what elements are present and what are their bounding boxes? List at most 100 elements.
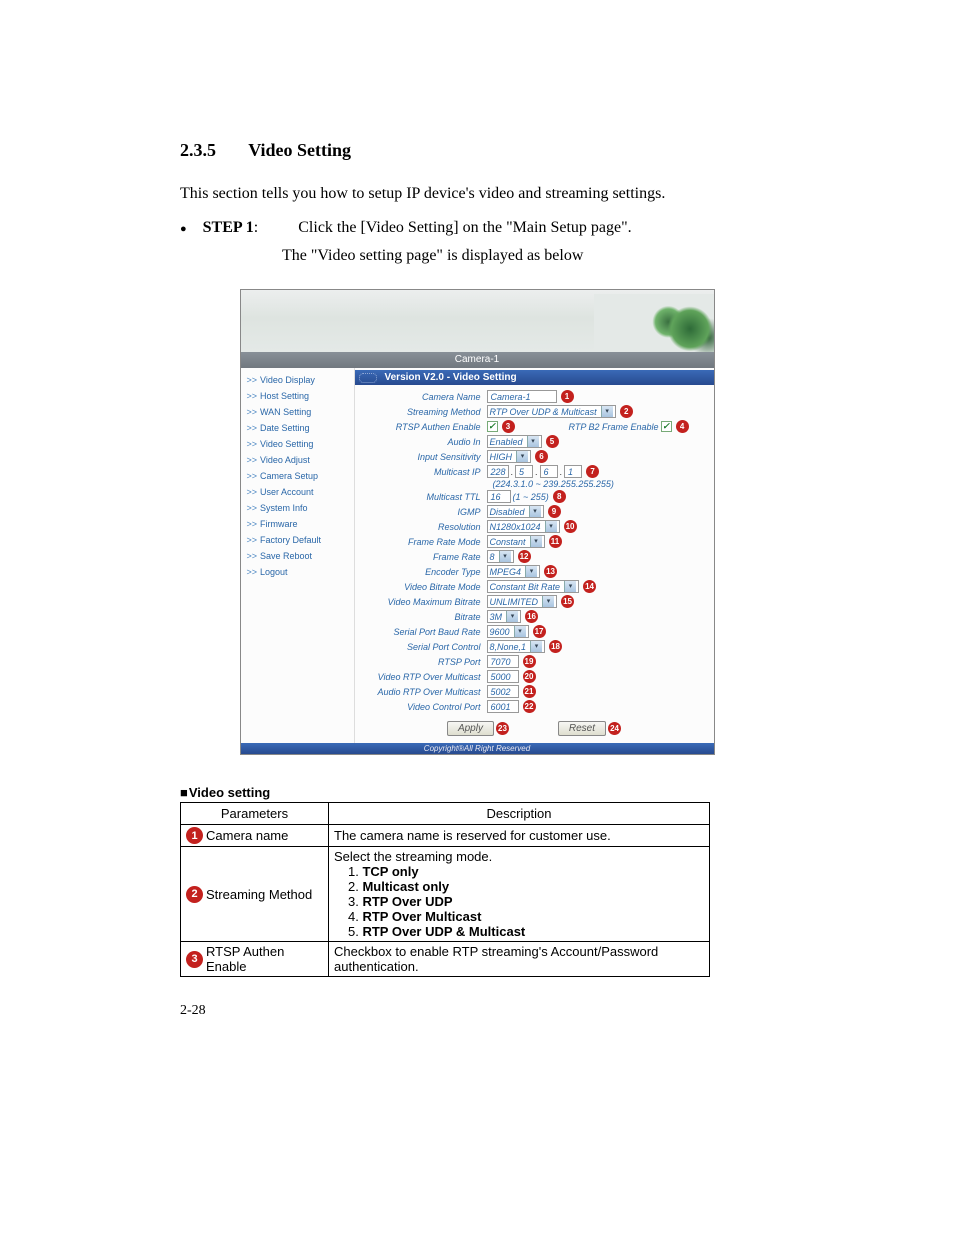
bullet-icon: ● xyxy=(180,223,187,235)
param-desc: The camera name is reserved for customer… xyxy=(329,825,710,847)
rtsp-port-label: RTSP Port xyxy=(363,657,487,667)
sidebar-item[interactable]: >>Video Display xyxy=(247,372,354,388)
badge-14-icon: 14 xyxy=(583,580,596,593)
serial-baud-select[interactable]: 9600▾ xyxy=(487,625,529,638)
badge-5-icon: 5 xyxy=(546,435,559,448)
mcast-ip-4-input[interactable]: 1 xyxy=(564,465,582,478)
reset-button[interactable]: Reset xyxy=(558,721,606,736)
step-label: STEP 1 xyxy=(203,219,254,236)
sidebar-item[interactable]: >>Video Setting xyxy=(247,436,354,452)
badge-1-icon: 1 xyxy=(561,390,574,403)
sidebar-item[interactable]: >>System Info xyxy=(247,500,354,516)
badge-1-icon: 1 xyxy=(186,827,203,844)
copyright-bar: Copyright®All Right Reserved xyxy=(241,743,714,754)
badge-13-icon: 13 xyxy=(544,565,557,578)
video-rtp-input[interactable]: 5000 xyxy=(487,670,519,683)
colon: : xyxy=(254,219,258,236)
rtsp-port-input[interactable]: 7070 xyxy=(487,655,519,668)
step-subline: The "Video setting page" is displayed as… xyxy=(282,247,774,265)
sidebar-item[interactable]: >>User Account xyxy=(247,484,354,500)
sidebar-item[interactable]: >>Save Reboot xyxy=(247,548,354,564)
param-name: Camera name xyxy=(206,828,288,843)
multicast-ttl-hint: (1 ~ 255) xyxy=(513,492,549,502)
audio-in-select[interactable]: Enabled▾ xyxy=(487,435,542,448)
bitrate-select[interactable]: 3M▾ xyxy=(487,610,522,623)
chevron-down-icon: ▾ xyxy=(527,436,539,447)
camera-name-input[interactable]: Camera-1 xyxy=(487,390,557,403)
video-max-bitrate-select[interactable]: UNLIMITED▾ xyxy=(487,595,558,608)
b2frame-checkbox[interactable]: ✓ xyxy=(661,421,672,432)
chevron-down-icon: ▾ xyxy=(516,451,528,462)
frame-rate-select[interactable]: 8▾ xyxy=(487,550,514,563)
badge-18-icon: 18 xyxy=(549,640,562,653)
description-table: Parameters Description 1Camera name The … xyxy=(180,802,710,977)
resolution-select[interactable]: N1280x1024▾ xyxy=(487,520,560,533)
chevron-down-icon: ▾ xyxy=(525,566,537,577)
table-row: 2Streaming Method Select the streaming m… xyxy=(181,847,710,942)
chevron-down-icon: ▾ xyxy=(530,641,542,652)
badge-9-icon: 9 xyxy=(548,505,561,518)
chevron-down-icon: ▾ xyxy=(499,551,511,562)
mcast-ip-3-input[interactable]: 6 xyxy=(540,465,558,478)
badge-12-icon: 12 xyxy=(518,550,531,563)
audio-rtp-label: Audio RTP Over Multicast xyxy=(363,687,487,697)
sidebar-item[interactable]: >>WAN Setting xyxy=(247,404,354,420)
badge-16-icon: 16 xyxy=(525,610,538,623)
sidebar-item[interactable]: >>Host Setting xyxy=(247,388,354,404)
input-sens-select[interactable]: HIGH▾ xyxy=(487,450,532,463)
sidebar-item[interactable]: >>Video Adjust xyxy=(247,452,354,468)
param-name: RTSP Authen Enable xyxy=(206,944,323,974)
serial-ctrl-select[interactable]: 8,None,1▾ xyxy=(487,640,546,653)
chevron-down-icon: ▾ xyxy=(542,596,554,607)
frame-rate-mode-label: Frame Rate Mode xyxy=(363,537,487,547)
panel-subtitle: Version V2.0 - Video Setting xyxy=(355,370,714,385)
camera-name-label: Camera Name xyxy=(363,392,487,402)
chevron-down-icon: ▾ xyxy=(529,506,541,517)
th-description: Description xyxy=(329,803,710,825)
chevron-down-icon: ▾ xyxy=(530,536,542,547)
encoder-type-label: Encoder Type xyxy=(363,567,487,577)
serial-baud-label: Serial Port Baud Rate xyxy=(363,627,487,637)
video-bitrate-mode-label: Video Bitrate Mode xyxy=(363,582,487,592)
video-rtp-label: Video RTP Over Multicast xyxy=(363,672,487,682)
encoder-type-select[interactable]: MPEG4▾ xyxy=(487,565,541,578)
badge-4-icon: 4 xyxy=(676,420,689,433)
streaming-method-select[interactable]: RTP Over UDP & Multicast▾ xyxy=(487,405,616,418)
igmp-select[interactable]: Disabled▾ xyxy=(487,505,544,518)
streaming-method-label: Streaming Method xyxy=(363,407,487,417)
sidebar-item[interactable]: >>Firmware xyxy=(247,516,354,532)
video-bitrate-mode-select[interactable]: Constant Bit Rate▾ xyxy=(487,580,580,593)
mcast-ip-1-input[interactable]: 228 xyxy=(487,465,509,478)
badge-6-icon: 6 xyxy=(535,450,548,463)
badge-11-icon: 11 xyxy=(549,535,562,548)
sidebar-item[interactable]: >>Factory Default xyxy=(247,532,354,548)
multicast-ttl-input[interactable]: 16 xyxy=(487,490,511,503)
sidebar-item[interactable]: >>Date Setting xyxy=(247,420,354,436)
video-max-bitrate-label: Video Maximum Bitrate xyxy=(363,597,487,607)
mcast-ip-2-input[interactable]: 5 xyxy=(515,465,533,478)
serial-ctrl-label: Serial Port Control xyxy=(363,642,487,652)
badge-2-icon: 2 xyxy=(620,405,633,418)
chevron-down-icon: ▾ xyxy=(506,611,518,622)
section-title: Video Setting xyxy=(248,140,351,160)
chevron-down-icon: ▾ xyxy=(601,406,613,417)
chevron-down-icon: ▾ xyxy=(564,581,576,592)
badge-3-icon: 3 xyxy=(502,420,515,433)
apply-button[interactable]: Apply xyxy=(447,721,494,736)
b2frame-label: RTP B2 Frame Enable xyxy=(569,422,659,432)
sidebar-item[interactable]: >>Logout xyxy=(247,564,354,580)
sidebar-item[interactable]: >>Camera Setup xyxy=(247,468,354,484)
param-desc: Select the streaming mode. 1. TCP only 2… xyxy=(329,847,710,942)
video-ctrl-port-input[interactable]: 6001 xyxy=(487,700,519,713)
table-row: 1Camera name The camera name is reserved… xyxy=(181,825,710,847)
frame-rate-mode-select[interactable]: Constant▾ xyxy=(487,535,545,548)
audio-rtp-input[interactable]: 5002 xyxy=(487,685,519,698)
chevron-down-icon: ▾ xyxy=(545,521,557,532)
chevron-down-icon: ▾ xyxy=(514,626,526,637)
rtsp-authen-checkbox[interactable]: ✓ xyxy=(487,421,498,432)
badge-19-icon: 19 xyxy=(523,655,536,668)
step-line: ● STEP 1: Click the [Video Setting] on t… xyxy=(180,219,774,237)
badge-10-icon: 10 xyxy=(564,520,577,533)
title-bar: Camera-1 xyxy=(241,352,714,368)
resolution-label: Resolution xyxy=(363,522,487,532)
